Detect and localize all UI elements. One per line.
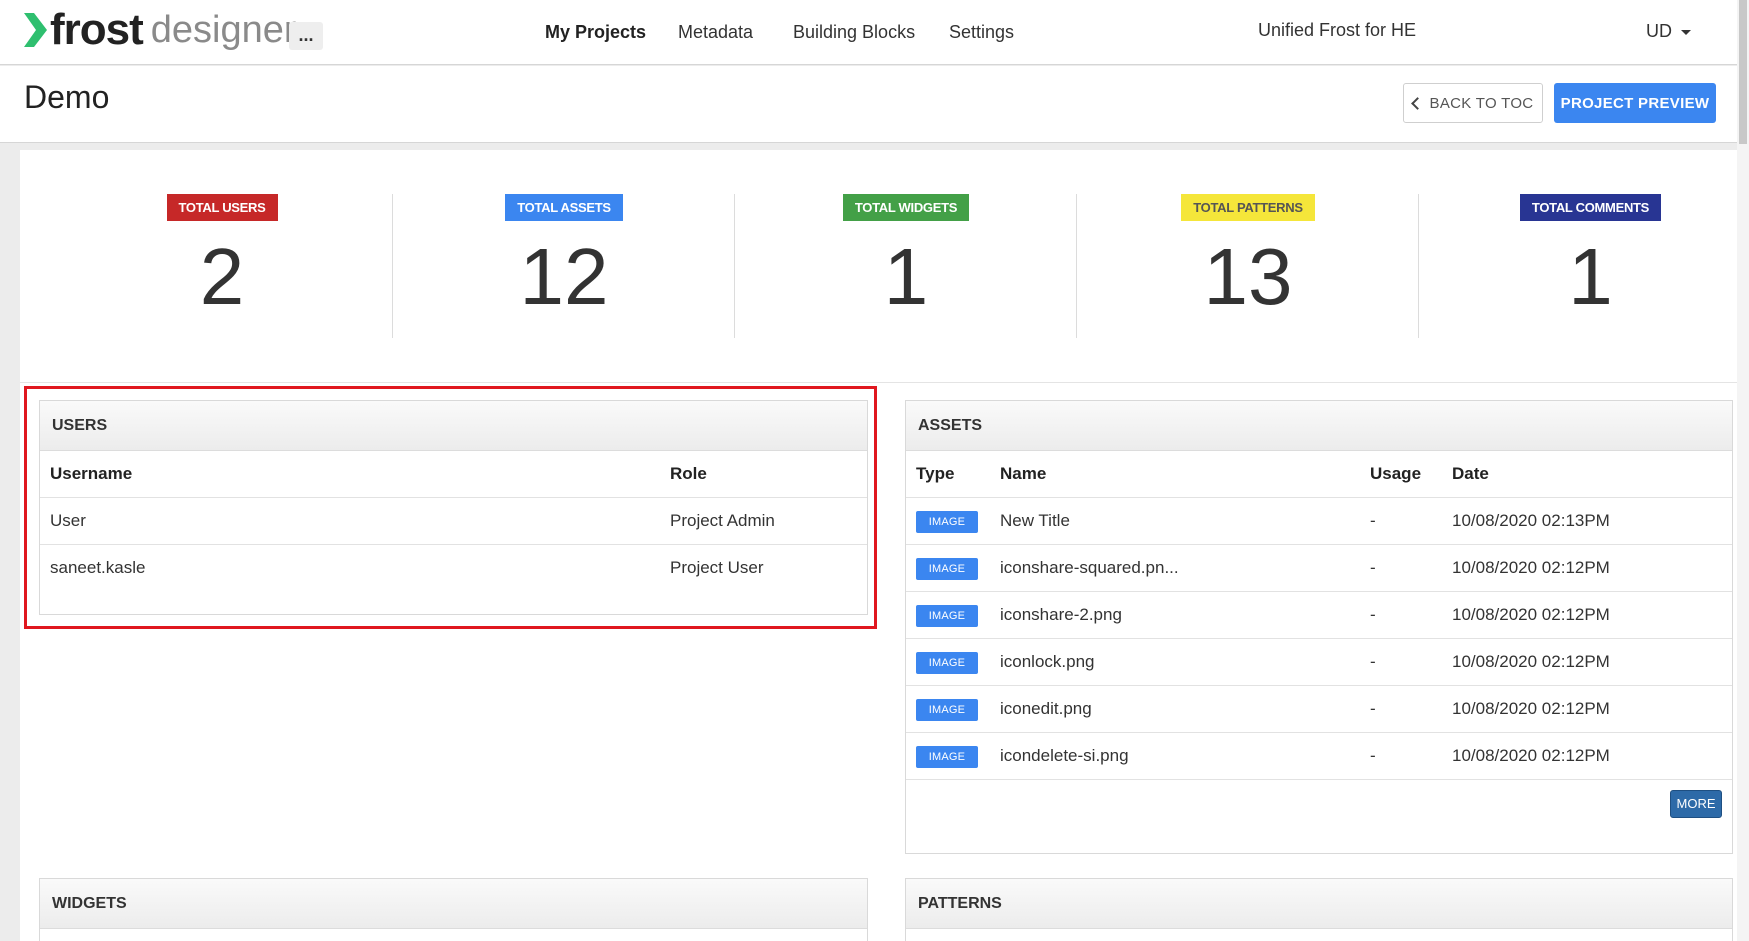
caret-down-icon xyxy=(1681,29,1691,35)
organization-name: Unified Frost for HE xyxy=(1258,20,1417,40)
column-header-type: Type xyxy=(906,451,990,498)
stat-badge: TOTAL WIDGETS xyxy=(842,194,970,221)
asset-usage-cell: - xyxy=(1360,685,1442,733)
stats-row: TOTAL USERS 2 TOTAL ASSETS 12 TOTAL WIDG… xyxy=(20,150,1737,383)
user-menu[interactable]: UD xyxy=(1646,21,1691,42)
top-navigation: frost designer ... My Projects Metadata … xyxy=(0,0,1737,65)
users-panel: USERS Username Role User Project Admin s… xyxy=(39,400,868,615)
table-header-row: Type Name Usage Date xyxy=(906,451,1732,498)
asset-date-cell: 10/08/2020 02:12PM xyxy=(1442,544,1732,592)
logo-text-frost: frost xyxy=(50,5,144,54)
asset-type-badge: IMAGE xyxy=(916,651,978,674)
more-menu-button[interactable]: ... xyxy=(289,22,323,50)
asset-usage-cell: - xyxy=(1360,544,1442,592)
stat-total-assets: TOTAL ASSETS 12 xyxy=(394,194,735,338)
user-initials: UD xyxy=(1646,21,1672,41)
asset-date-cell: 10/08/2020 02:13PM xyxy=(1442,497,1732,545)
table-header-row: Username Role xyxy=(40,451,867,498)
table-row[interactable]: IMAGE New Title - 10/08/2020 02:13PM xyxy=(906,497,1732,545)
stat-badge: TOTAL ASSETS xyxy=(505,194,623,221)
asset-type-badge: IMAGE xyxy=(916,604,978,627)
asset-date-cell: 10/08/2020 02:12PM xyxy=(1442,638,1732,686)
users-panel-title: USERS xyxy=(40,401,867,451)
page-title: Demo xyxy=(24,79,110,115)
nav-settings[interactable]: Settings xyxy=(949,22,1014,43)
stat-badge: TOTAL USERS xyxy=(166,194,278,221)
asset-date-cell: 10/08/2020 02:12PM xyxy=(1442,732,1732,780)
column-header-usage: Usage xyxy=(1360,451,1442,498)
username-cell: User xyxy=(40,497,660,545)
asset-name-cell: iconshare-squared.pn... xyxy=(990,544,1360,592)
patterns-panel: PATTERNS xyxy=(905,878,1733,941)
widgets-panel-title: WIDGETS xyxy=(40,879,867,929)
asset-type-badge: IMAGE xyxy=(916,698,978,721)
assets-panel-title: ASSETS xyxy=(906,401,1732,451)
stat-value: 1 xyxy=(883,232,929,321)
scrollbar-thumb[interactable] xyxy=(1739,0,1747,144)
asset-usage-cell: - xyxy=(1360,732,1442,780)
assets-table: Type Name Usage Date IMAGE New Title - 1… xyxy=(906,451,1732,780)
asset-date-cell: 10/08/2020 02:12PM xyxy=(1442,591,1732,639)
nav-metadata[interactable]: Metadata xyxy=(678,22,753,43)
asset-usage-cell: - xyxy=(1360,591,1442,639)
logo-text-designer: designer xyxy=(150,9,297,51)
asset-name-cell: iconlock.png xyxy=(990,638,1360,686)
asset-usage-cell: - xyxy=(1360,497,1442,545)
back-to-toc-label: BACK TO TOC xyxy=(1429,94,1534,112)
column-header-date: Date xyxy=(1442,451,1732,498)
asset-name-cell: iconshare-2.png xyxy=(990,591,1360,639)
table-row[interactable]: IMAGE icondelete-si.png - 10/08/2020 02:… xyxy=(906,732,1732,780)
stat-total-patterns: TOTAL PATTERNS 13 xyxy=(1078,194,1419,338)
asset-name-cell: icondelete-si.png xyxy=(990,732,1360,780)
frost-designer-logo[interactable]: frost designer xyxy=(22,6,297,54)
asset-usage-cell: - xyxy=(1360,638,1442,686)
nav-my-projects[interactable]: My Projects xyxy=(545,22,646,43)
assets-panel: ASSETS Type Name Usage Date IMAGE New Ti… xyxy=(905,400,1733,854)
table-row[interactable]: IMAGE iconshare-squared.pn... - 10/08/20… xyxy=(906,544,1732,592)
asset-date-cell: 10/08/2020 02:12PM xyxy=(1442,685,1732,733)
stat-total-users: TOTAL USERS 2 xyxy=(52,194,393,338)
stat-value: 2 xyxy=(199,232,245,321)
role-cell: Project Admin xyxy=(660,497,867,545)
back-to-toc-button[interactable]: BACK TO TOC xyxy=(1403,83,1543,123)
asset-name-cell: New Title xyxy=(990,497,1360,545)
asset-type-badge: IMAGE xyxy=(916,745,978,768)
widgets-panel: WIDGETS xyxy=(39,878,868,941)
dashboard-content: TOTAL USERS 2 TOTAL ASSETS 12 TOTAL WIDG… xyxy=(20,150,1737,941)
stat-value: 12 xyxy=(519,232,609,321)
column-header-role: Role xyxy=(660,451,867,498)
assets-more-button[interactable]: MORE xyxy=(1670,790,1722,818)
table-row[interactable]: IMAGE iconlock.png - 10/08/2020 02:12PM xyxy=(906,638,1732,686)
nav-building-blocks[interactable]: Building Blocks xyxy=(793,22,915,43)
chevron-left-icon xyxy=(1410,96,1424,110)
page-title-bar: Demo BACK TO TOC PROJECT PREVIEW xyxy=(0,66,1737,143)
table-row[interactable]: IMAGE iconshare-2.png - 10/08/2020 02:12… xyxy=(906,591,1732,639)
project-preview-button[interactable]: PROJECT PREVIEW xyxy=(1554,83,1716,123)
stat-badge: TOTAL COMMENTS xyxy=(1519,194,1662,221)
table-row[interactable]: saneet.kasle Project User xyxy=(40,545,867,592)
table-row[interactable]: IMAGE iconedit.png - 10/08/2020 02:12PM xyxy=(906,685,1732,733)
username-cell: saneet.kasle xyxy=(50,558,146,577)
table-row[interactable]: User Project Admin xyxy=(40,497,867,545)
column-header-username: Username xyxy=(40,451,660,498)
column-header-name: Name xyxy=(990,451,1360,498)
logo-chevron-icon xyxy=(24,13,47,47)
users-table: Username Role User Project Admin saneet.… xyxy=(40,451,867,591)
asset-name-cell: iconedit.png xyxy=(990,685,1360,733)
stat-badge: TOTAL PATTERNS xyxy=(1181,194,1315,221)
stat-value: 1 xyxy=(1568,232,1613,321)
stat-total-widgets: TOTAL WIDGETS 1 xyxy=(736,194,1077,338)
asset-type-badge: IMAGE xyxy=(916,510,978,533)
patterns-panel-title: PATTERNS xyxy=(906,879,1732,929)
role-cell: Project User xyxy=(670,558,764,577)
stat-total-comments: TOTAL COMMENTS 1 xyxy=(1420,194,1737,338)
asset-type-badge: IMAGE xyxy=(916,557,978,580)
stat-value: 13 xyxy=(1203,232,1293,321)
